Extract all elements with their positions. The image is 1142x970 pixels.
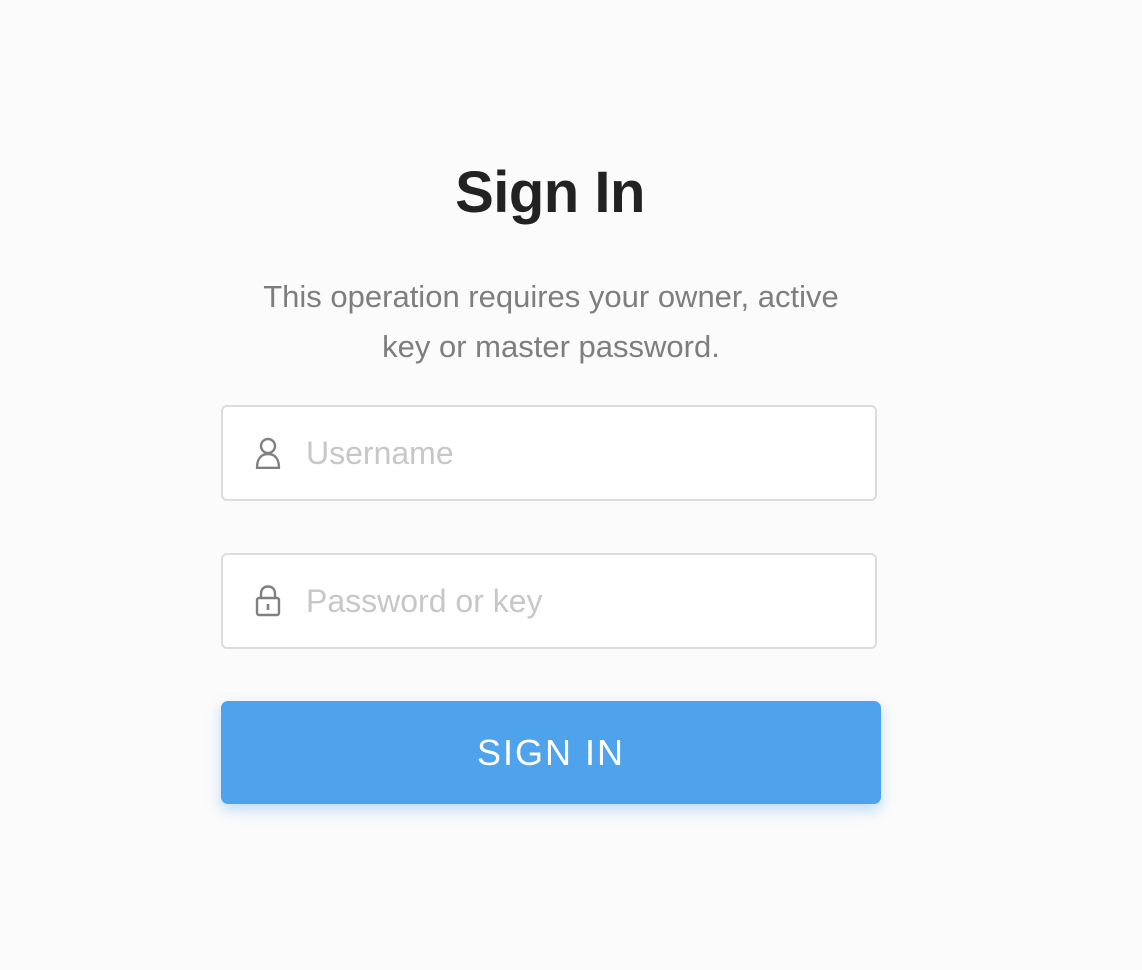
instruction-text: This operation requires your owner, acti… <box>221 272 881 372</box>
page-title: Sign In <box>455 160 645 225</box>
instruction-line-2: key or master password. <box>382 329 720 364</box>
sign-in-page: Sign In This operation requires your own… <box>0 0 1142 970</box>
user-icon <box>254 436 282 470</box>
username-field[interactable] <box>221 405 877 501</box>
instruction-line-1: This operation requires your owner, acti… <box>263 279 839 314</box>
sign-in-button[interactable]: SIGN IN <box>221 701 881 804</box>
username-input[interactable] <box>306 423 846 483</box>
password-input[interactable] <box>306 571 846 631</box>
lock-icon <box>254 584 282 618</box>
password-field[interactable] <box>221 553 877 649</box>
